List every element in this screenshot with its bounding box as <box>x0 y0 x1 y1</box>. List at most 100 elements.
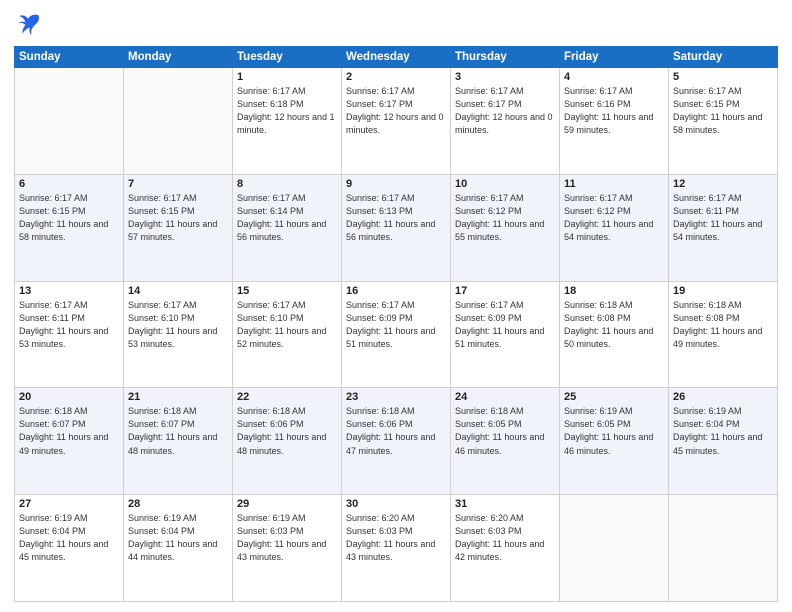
day-cell <box>560 495 669 602</box>
day-cell: 25 Sunrise: 6:19 AMSunset: 6:05 PMDayligh… <box>560 388 669 495</box>
col-header-wednesday: Wednesday <box>342 47 451 68</box>
calendar-header-row: SundayMondayTuesdayWednesdayThursdayFrid… <box>15 47 778 68</box>
day-cell: 16 Sunrise: 6:17 AMSunset: 6:09 PMDayligh… <box>342 281 451 388</box>
header <box>14 10 778 38</box>
day-number: 1 <box>237 71 337 83</box>
week-row: 13 Sunrise: 6:17 AMSunset: 6:11 PMDayligh… <box>15 281 778 388</box>
day-number: 31 <box>455 498 555 510</box>
day-cell: 24Sunrise: 6:18 AMSunset: 6:05 PMDayligh… <box>451 388 560 495</box>
col-header-tuesday: Tuesday <box>233 47 342 68</box>
day-cell: 3Sunrise: 6:17 AMSunset: 6:17 PMDaylight… <box>451 68 560 175</box>
day-detail: Sunrise: 6:19 AMSunset: 6:05 PMDaylight:… <box>564 405 664 457</box>
day-detail: Sunrise: 6:17 AMSunset: 6:09 PMDaylight:… <box>455 299 555 351</box>
day-cell: 12 Sunrise: 6:17 AMSunset: 6:11 PMDayligh… <box>669 174 778 281</box>
col-header-monday: Monday <box>124 47 233 68</box>
day-cell: 15 Sunrise: 6:17 AMSunset: 6:10 PMDayligh… <box>233 281 342 388</box>
day-cell: 29Sunrise: 6:19 AMSunset: 6:03 PMDayligh… <box>233 495 342 602</box>
week-row: 1 Sunrise: 6:17 AMSunset: 6:18 PMDaylight… <box>15 68 778 175</box>
day-cell: 23 Sunrise: 6:18 AMSunset: 6:06 PMDayligh… <box>342 388 451 495</box>
day-cell: 14 Sunrise: 6:17 AMSunset: 6:10 PMDayligh… <box>124 281 233 388</box>
day-detail: Sunrise: 6:18 AMSunset: 6:07 PMDaylight:… <box>19 405 119 457</box>
day-detail: Sunrise: 6:20 AMSunset: 6:03 PMDaylight:… <box>455 512 555 564</box>
day-number: 17 <box>455 285 555 297</box>
day-cell: 7Sunrise: 6:17 AMSunset: 6:15 PMDaylight… <box>124 174 233 281</box>
logo <box>14 10 46 38</box>
day-cell: 30 Sunrise: 6:20 AMSunset: 6:03 PMDayligh… <box>342 495 451 602</box>
day-cell: 18Sunrise: 6:18 AMSunset: 6:08 PMDayligh… <box>560 281 669 388</box>
day-number: 14 <box>128 285 228 297</box>
day-number: 24 <box>455 391 555 403</box>
day-number: 6 <box>19 178 119 190</box>
day-cell: 19Sunrise: 6:18 AMSunset: 6:08 PMDayligh… <box>669 281 778 388</box>
day-cell: 28 Sunrise: 6:19 AMSunset: 6:04 PMDayligh… <box>124 495 233 602</box>
day-number: 25 <box>564 391 664 403</box>
day-number: 13 <box>19 285 119 297</box>
day-number: 28 <box>128 498 228 510</box>
day-detail: Sunrise: 6:17 AMSunset: 6:16 PMDaylight:… <box>564 85 664 137</box>
day-detail: Sunrise: 6:18 AMSunset: 6:07 PMDaylight:… <box>128 405 228 457</box>
day-number: 5 <box>673 71 773 83</box>
day-cell: 1 Sunrise: 6:17 AMSunset: 6:18 PMDaylight… <box>233 68 342 175</box>
col-header-saturday: Saturday <box>669 47 778 68</box>
day-detail: Sunrise: 6:17 AMSunset: 6:18 PMDaylight:… <box>237 85 337 137</box>
col-header-sunday: Sunday <box>15 47 124 68</box>
week-row: 27 Sunrise: 6:19 AMSunset: 6:04 PMDayligh… <box>15 495 778 602</box>
day-cell: 6 Sunrise: 6:17 AMSunset: 6:15 PMDaylight… <box>15 174 124 281</box>
day-number: 7 <box>128 178 228 190</box>
day-number: 9 <box>346 178 446 190</box>
day-detail: Sunrise: 6:17 AMSunset: 6:11 PMDaylight:… <box>19 299 119 351</box>
logo-bird-icon <box>14 10 42 38</box>
day-number: 26 <box>673 391 773 403</box>
day-cell: 17 Sunrise: 6:17 AMSunset: 6:09 PMDayligh… <box>451 281 560 388</box>
day-detail: Sunrise: 6:17 AMSunset: 6:11 PMDaylight:… <box>673 192 773 244</box>
day-detail: Sunrise: 6:19 AMSunset: 6:04 PMDaylight:… <box>673 405 773 457</box>
day-cell: 13 Sunrise: 6:17 AMSunset: 6:11 PMDayligh… <box>15 281 124 388</box>
day-number: 23 <box>346 391 446 403</box>
day-cell: 4 Sunrise: 6:17 AMSunset: 6:16 PMDaylight… <box>560 68 669 175</box>
day-detail: Sunrise: 6:17 AMSunset: 6:15 PMDaylight:… <box>19 192 119 244</box>
day-cell: 22 Sunrise: 6:18 AMSunset: 6:06 PMDayligh… <box>233 388 342 495</box>
page: SundayMondayTuesdayWednesdayThursdayFrid… <box>0 0 792 612</box>
day-number: 29 <box>237 498 337 510</box>
day-number: 15 <box>237 285 337 297</box>
day-number: 30 <box>346 498 446 510</box>
day-number: 27 <box>19 498 119 510</box>
day-number: 18 <box>564 285 664 297</box>
day-detail: Sunrise: 6:17 AMSunset: 6:10 PMDaylight:… <box>237 299 337 351</box>
day-detail: Sunrise: 6:17 AMSunset: 6:09 PMDaylight:… <box>346 299 446 351</box>
day-number: 12 <box>673 178 773 190</box>
col-header-thursday: Thursday <box>451 47 560 68</box>
day-number: 3 <box>455 71 555 83</box>
day-cell <box>15 68 124 175</box>
day-cell: 5Sunrise: 6:17 AMSunset: 6:15 PMDaylight… <box>669 68 778 175</box>
day-number: 10 <box>455 178 555 190</box>
day-number: 19 <box>673 285 773 297</box>
calendar: SundayMondayTuesdayWednesdayThursdayFrid… <box>14 46 778 602</box>
day-cell: 21 Sunrise: 6:18 AMSunset: 6:07 PMDayligh… <box>124 388 233 495</box>
day-cell <box>124 68 233 175</box>
week-row: 20Sunrise: 6:18 AMSunset: 6:07 PMDayligh… <box>15 388 778 495</box>
day-number: 21 <box>128 391 228 403</box>
day-number: 11 <box>564 178 664 190</box>
day-cell: 11 Sunrise: 6:17 AMSunset: 6:12 PMDayligh… <box>560 174 669 281</box>
day-cell: 27 Sunrise: 6:19 AMSunset: 6:04 PMDayligh… <box>15 495 124 602</box>
day-detail: Sunrise: 6:17 AMSunset: 6:14 PMDaylight:… <box>237 192 337 244</box>
day-number: 22 <box>237 391 337 403</box>
day-cell <box>669 495 778 602</box>
day-cell: 2Sunrise: 6:17 AMSunset: 6:17 PMDaylight… <box>342 68 451 175</box>
day-detail: Sunrise: 6:19 AMSunset: 6:04 PMDaylight:… <box>128 512 228 564</box>
day-detail: Sunrise: 6:17 AMSunset: 6:17 PMDaylight:… <box>346 85 446 137</box>
week-row: 6 Sunrise: 6:17 AMSunset: 6:15 PMDaylight… <box>15 174 778 281</box>
day-detail: Sunrise: 6:17 AMSunset: 6:10 PMDaylight:… <box>128 299 228 351</box>
day-number: 8 <box>237 178 337 190</box>
day-detail: Sunrise: 6:17 AMSunset: 6:12 PMDaylight:… <box>564 192 664 244</box>
day-detail: Sunrise: 6:20 AMSunset: 6:03 PMDaylight:… <box>346 512 446 564</box>
day-number: 16 <box>346 285 446 297</box>
day-number: 4 <box>564 71 664 83</box>
day-detail: Sunrise: 6:19 AMSunset: 6:04 PMDaylight:… <box>19 512 119 564</box>
day-detail: Sunrise: 6:17 AMSunset: 6:13 PMDaylight:… <box>346 192 446 244</box>
day-detail: Sunrise: 6:18 AMSunset: 6:06 PMDaylight:… <box>346 405 446 457</box>
day-cell: 10Sunrise: 6:17 AMSunset: 6:12 PMDayligh… <box>451 174 560 281</box>
day-cell: 26 Sunrise: 6:19 AMSunset: 6:04 PMDayligh… <box>669 388 778 495</box>
day-detail: Sunrise: 6:18 AMSunset: 6:06 PMDaylight:… <box>237 405 337 457</box>
